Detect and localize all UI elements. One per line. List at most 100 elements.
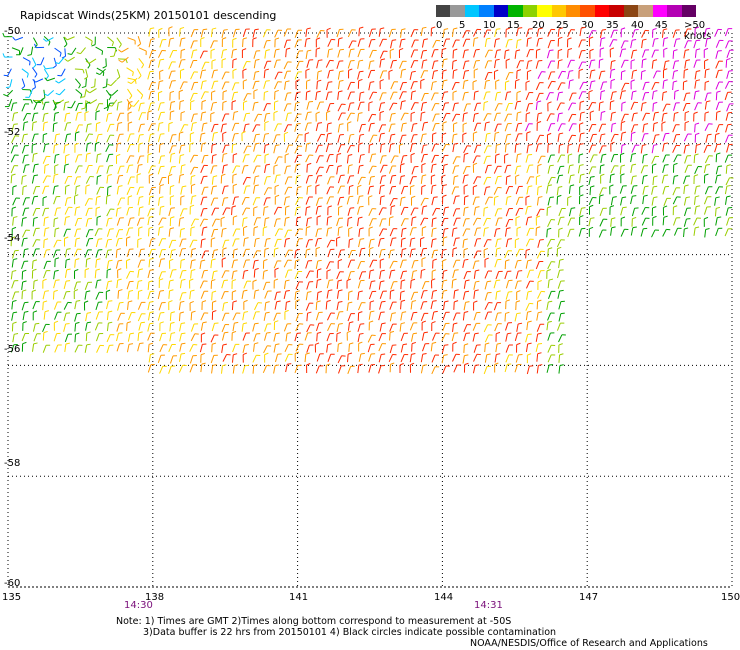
wind-barb [399,61,404,69]
wind-barb-flag [452,247,458,250]
wind-barb-flag [357,184,362,188]
wind-barb [200,165,205,173]
wind-barb-flag [475,364,480,366]
wind-barb-flag [274,184,280,188]
wind-barb [42,113,45,122]
wind-barb-flag [653,185,658,188]
wind-barb-flag [21,85,26,90]
wind-barb [536,365,539,374]
wind-barb [536,312,539,321]
wind-barb-flag [254,28,259,31]
wind-barb-flag [317,268,322,271]
wind-barb [442,29,445,38]
wind-barb [484,354,488,363]
wind-barb [136,165,140,174]
wind-barb [115,208,118,217]
wind-barb [8,98,13,107]
wind-barb-flag [611,111,616,114]
wind-barb [452,354,457,362]
wind-barb [537,155,542,164]
wind-barb-flag [242,68,247,71]
wind-barb-flag [316,90,321,93]
wind-barb-flag [589,36,594,39]
wind-barb [410,49,415,58]
wind-barb-flag [222,90,228,93]
wind-barb [430,185,433,195]
wind-barb [220,365,223,374]
wind-barb-flag [82,69,85,74]
wind-barb [389,332,391,341]
wind-barb-flag [329,279,334,281]
wind-barb-flag [221,257,227,260]
wind-barb-flag [12,185,17,188]
wind-barb-flag [464,258,469,261]
wind-barb [138,47,147,52]
wind-barb [337,81,341,90]
wind-barb [558,145,560,154]
wind-barb [505,103,510,112]
wind-barb [546,239,552,247]
wind-barb [526,61,529,70]
wind-barb-flag [558,227,563,230]
wind-barb-flag [475,280,480,283]
wind-barb [420,113,422,122]
wind-barb-flag [54,217,59,220]
wind-barb [284,166,288,175]
wind-barb [463,207,466,217]
wind-barb [158,238,163,247]
wind-barb-flag [694,26,700,29]
wind-barb [400,123,404,132]
wind-barb-flag [527,205,532,208]
wind-barb [148,354,151,363]
wind-barb [568,175,572,184]
wind-barb [242,61,247,69]
wind-barb-flag [454,300,459,303]
wind-barb-flag [432,289,437,292]
wind-barb-flag [108,321,113,324]
wind-barb-flag [401,68,406,71]
wind-barb-flag [505,299,510,302]
wind-barb-flag [201,69,207,72]
wind-barb [147,302,151,311]
wind-barb [379,270,382,280]
wind-barb-flag [338,90,343,93]
wind-barb-flag [264,247,269,250]
wind-barb [295,176,298,185]
wind-barb [463,333,467,342]
wind-barb [168,228,171,237]
wind-barb-flag [507,91,512,93]
wind-barb-flag [663,28,668,31]
wind-barb [631,29,636,38]
wind-barb-flag [453,27,458,30]
wind-barb [535,101,538,111]
wind-barb-flag [181,332,186,335]
wind-barb-flag [360,91,365,94]
wind-barb [262,29,267,38]
wind-barb [336,271,341,280]
wind-barb [495,145,497,154]
wind-barb-flag [612,91,617,93]
wind-barb [662,154,667,163]
wind-barb [273,219,278,227]
wind-barb [305,292,309,301]
wind-barb [630,185,634,194]
wind-barb-flag [633,112,638,115]
wind-barb-flag [652,27,657,31]
wind-barb-flag [431,174,436,177]
wind-barb [452,248,454,257]
wind-barb [316,292,319,301]
wind-barb-flag [74,142,79,146]
wind-barb [74,165,79,174]
wind-barb [326,280,330,289]
wind-barb-flag [567,195,572,199]
wind-barb [432,123,436,132]
wind-barb [610,30,615,38]
wind-barb [536,208,541,217]
wind-barb [400,155,404,164]
wind-barb [368,176,372,185]
wind-barb [378,103,382,112]
wind-barb-flag [483,247,489,251]
wind-barb-flag [87,217,93,220]
wind-barb-flag [568,153,573,156]
wind-barb [94,78,96,87]
